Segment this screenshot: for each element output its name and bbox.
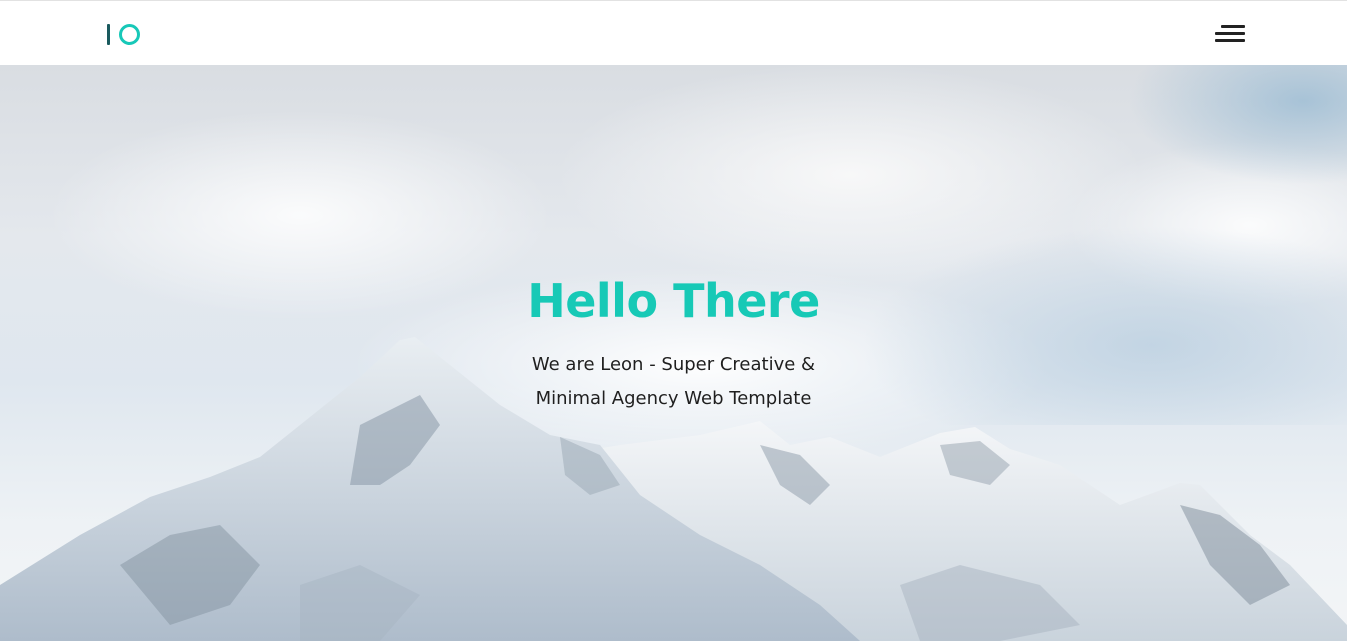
menu-line (1221, 25, 1245, 28)
hero-section: Hello There We are Leon - Super Creative… (0, 65, 1347, 641)
site-header (0, 0, 1347, 65)
hamburger-menu-icon[interactable] (1213, 24, 1247, 44)
logo-ring (119, 23, 140, 45)
logo-bar (107, 23, 110, 45)
io-logo-icon[interactable] (107, 22, 143, 46)
hero-subtitle-line-1: We are Leon - Super Creative & (531, 354, 816, 375)
menu-line (1215, 32, 1245, 35)
menu-line (1215, 39, 1245, 42)
hero-title: Hello There (527, 274, 820, 328)
hero-subtitle-line-2: Minimal Agency Web Template (535, 388, 812, 409)
hero-subtitle: We are Leon - Super Creative & Minimal A… (0, 348, 1347, 416)
